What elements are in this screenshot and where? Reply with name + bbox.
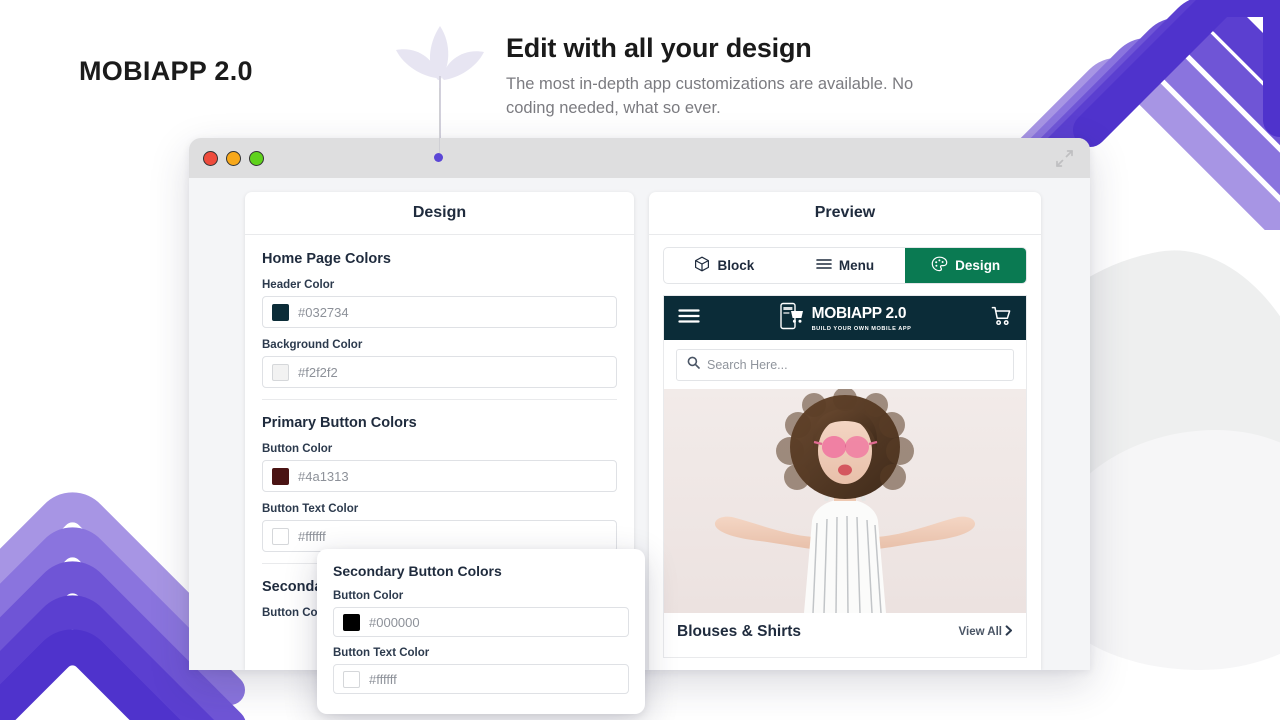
swatch-background-color[interactable] [272, 363, 289, 381]
close-button-icon[interactable] [203, 150, 218, 166]
palette-icon [931, 256, 948, 275]
hero-subhead: The most in-depth app customizations are… [506, 75, 914, 117]
value-header-color: #032734 [298, 304, 349, 320]
page-root: MOBIAPP 2.0 Edit with all your design Th… [0, 0, 1280, 720]
search-icon [687, 356, 700, 374]
minimize-button-icon[interactable] [226, 150, 241, 166]
app-logo-text: MOBIAPP 2.0 BUILD YOUR OWN MOBILE APP [811, 304, 912, 332]
app-category-row: Blouses & Shirts View All [664, 613, 1026, 641]
app-logo-tagline: BUILD YOUR OWN MOBILE APP [811, 325, 912, 332]
hero-headline: Edit with all your design [506, 33, 812, 63]
value-secondary-card-button-color: #000000 [369, 614, 420, 630]
view-all-label: View All [958, 626, 1002, 638]
secondary-button-colors-card: Secondary Button Colors Button Color #00… [317, 549, 645, 714]
swatch-primary-button-color[interactable] [272, 467, 289, 485]
value-primary-button-color: #4a1313 [298, 468, 349, 484]
zoom-button-icon[interactable] [249, 150, 264, 166]
section-title-home-page-colors: Home Page Colors [262, 251, 391, 267]
search-placeholder: Search Here... [707, 358, 788, 372]
sprout-stem-dot [434, 153, 443, 162]
tab-design-label: Design [955, 258, 1001, 273]
floating-card-title: Secondary Button Colors [333, 563, 502, 579]
input-header-color[interactable]: #032734 [262, 296, 617, 328]
app-preview: MOBIAPP 2.0 BUILD YOUR OWN MOBILE APP Se… [663, 295, 1027, 658]
cube-icon [694, 256, 710, 275]
value-secondary-card-button-text-color: #ffffff [369, 671, 397, 687]
page-title: MOBIAPP 2.0 [79, 56, 253, 86]
tab-block-label: Block [717, 258, 755, 273]
sprout-stem [439, 88, 440, 154]
swatch-secondary-card-button-text-color[interactable] [343, 670, 360, 688]
label-secondary-card-button-text-color: Button Text Color [333, 647, 430, 659]
swatch-primary-button-text-color[interactable] [272, 527, 289, 545]
section-title-primary-button-colors: Primary Button Colors [262, 415, 417, 431]
label-primary-button-color: Button Color [262, 443, 333, 455]
label-primary-button-text-color: Button Text Color [262, 503, 359, 515]
app-search-area: Search Here... [664, 340, 1026, 389]
app-hero-banner-image [664, 389, 1026, 613]
app-logo-mark-icon [779, 302, 806, 335]
swatch-header-color[interactable] [272, 303, 289, 321]
search-input[interactable]: Search Here... [676, 349, 1014, 381]
tab-design[interactable]: Design [905, 248, 1026, 283]
window-titlebar [189, 138, 1090, 178]
category-title: Blouses & Shirts [677, 623, 802, 640]
app-menu-icon[interactable] [678, 308, 700, 329]
preview-tabbar: Block Menu Design [663, 247, 1027, 284]
swatch-secondary-card-button-color[interactable] [343, 613, 360, 631]
shopping-cart-icon[interactable] [991, 306, 1012, 331]
preview-pane-title: Preview [649, 192, 1041, 235]
preview-pane: Preview Block Menu Design MOBIAPP 2.0 BU… [649, 192, 1041, 670]
input-primary-button-color[interactable]: #4a1313 [262, 460, 617, 492]
design-pane-title: Design [245, 192, 634, 235]
hamburger-icon [816, 257, 832, 274]
input-background-color[interactable]: #f2f2f2 [262, 356, 617, 388]
expand-arrows-icon[interactable] [1055, 149, 1074, 173]
app-logo: MOBIAPP 2.0 BUILD YOUR OWN MOBILE APP [779, 302, 912, 335]
section-divider-1 [262, 399, 617, 400]
app-logo-title: MOBIAPP 2.0 [811, 304, 907, 322]
tab-menu-label: Menu [838, 258, 875, 273]
input-secondary-card-button-text-color[interactable]: #ffffff [333, 664, 629, 694]
value-background-color: #f2f2f2 [298, 364, 338, 380]
chevron-right-icon [1005, 625, 1013, 639]
tab-block[interactable]: Block [664, 248, 785, 283]
input-secondary-card-button-color[interactable]: #000000 [333, 607, 629, 637]
tab-menu[interactable]: Menu [785, 248, 906, 283]
app-header: MOBIAPP 2.0 BUILD YOUR OWN MOBILE APP [664, 296, 1026, 340]
input-primary-button-text-color[interactable]: #ffffff [262, 520, 617, 552]
label-background-color: Background Color [262, 339, 363, 351]
view-all-link[interactable]: View All [959, 625, 1013, 639]
label-header-color: Header Color [262, 279, 335, 291]
label-secondary-card-button-color: Button Color [333, 590, 404, 602]
traffic-lights [203, 150, 264, 166]
value-primary-button-text-color: #ffffff [298, 528, 326, 544]
